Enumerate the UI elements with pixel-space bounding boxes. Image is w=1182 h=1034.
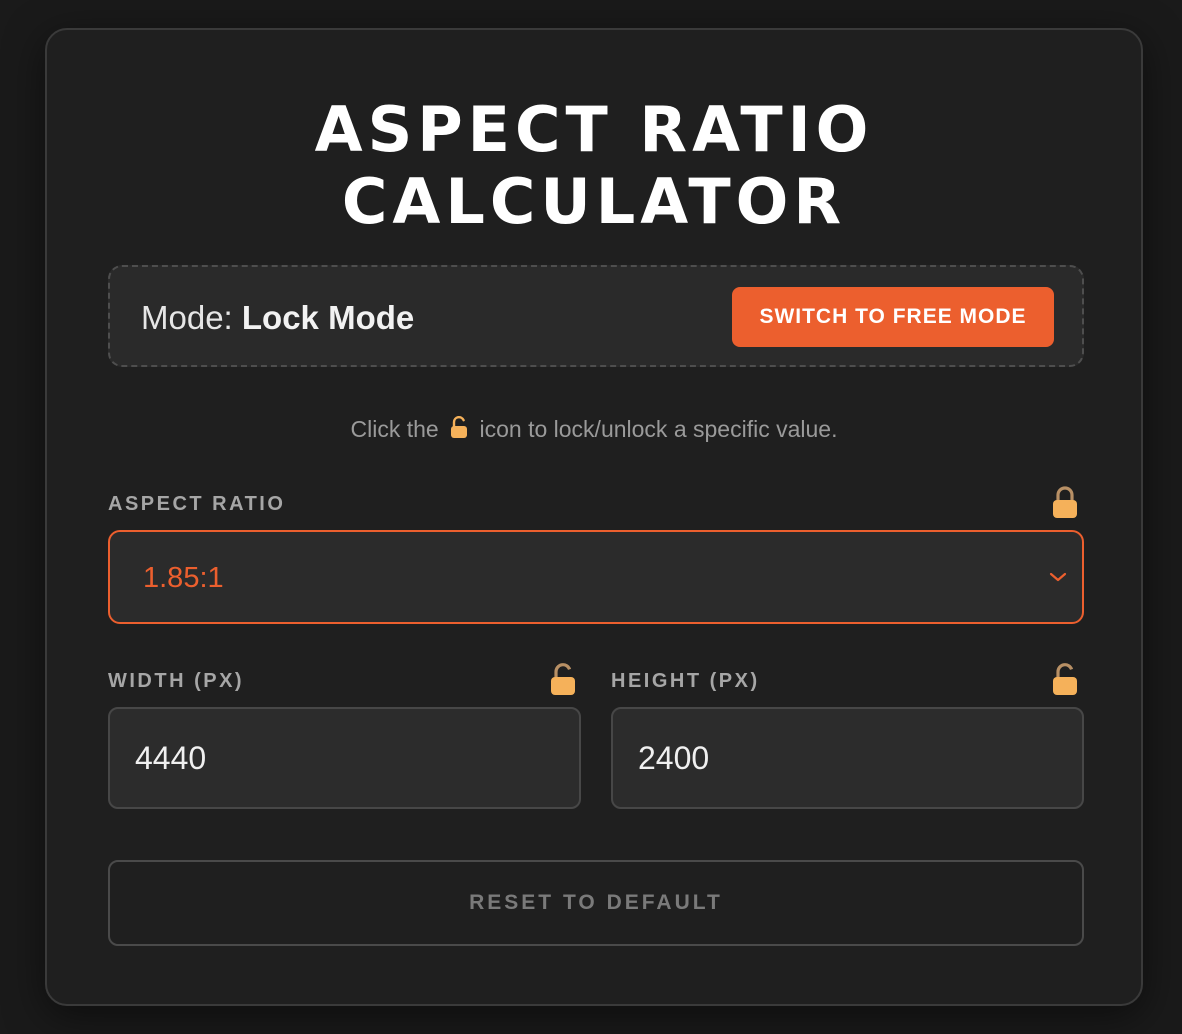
width-lock-icon[interactable] [549, 662, 577, 696]
hint-after: icon to lock/unlock a specific value. [479, 416, 838, 442]
aspect-ratio-value: 1.85:1 [143, 562, 224, 594]
switch-mode-button[interactable]: SWITCH TO FREE MODE [732, 287, 1054, 347]
height-label: HEIGHT (PX) [611, 670, 760, 692]
lock-hint: Click the icon to lock/unlock a specific… [47, 415, 1141, 443]
height-lock-icon[interactable] [1051, 662, 1079, 696]
hint-before: Click the [350, 416, 439, 442]
current-mode: Lock Mode [241, 299, 415, 336]
calculator-card: ASPECT RATIO CALCULATOR Mode: Lock Mode … [45, 28, 1143, 1006]
chevron-down-icon [1049, 572, 1067, 582]
reset-button[interactable]: RESET TO DEFAULT [108, 860, 1084, 946]
mode-indicator: Mode: Lock Mode [141, 299, 414, 337]
aspect-ratio-select[interactable]: 1.85:1 [108, 530, 1084, 624]
height-input[interactable] [611, 707, 1084, 809]
title-line-2: CALCULATOR [341, 165, 847, 238]
width-input[interactable] [108, 707, 581, 809]
mode-panel: Mode: Lock Mode SWITCH TO FREE MODE [108, 265, 1084, 367]
aspect-ratio-lock-icon[interactable] [1051, 485, 1079, 519]
title-line-1: ASPECT RATIO [314, 93, 874, 166]
page-title: ASPECT RATIO CALCULATOR [47, 94, 1141, 238]
mode-prefix: Mode: [141, 299, 233, 336]
aspect-ratio-label: ASPECT RATIO [108, 493, 286, 515]
width-label: WIDTH (PX) [108, 670, 245, 692]
padlock-icon [451, 416, 468, 438]
